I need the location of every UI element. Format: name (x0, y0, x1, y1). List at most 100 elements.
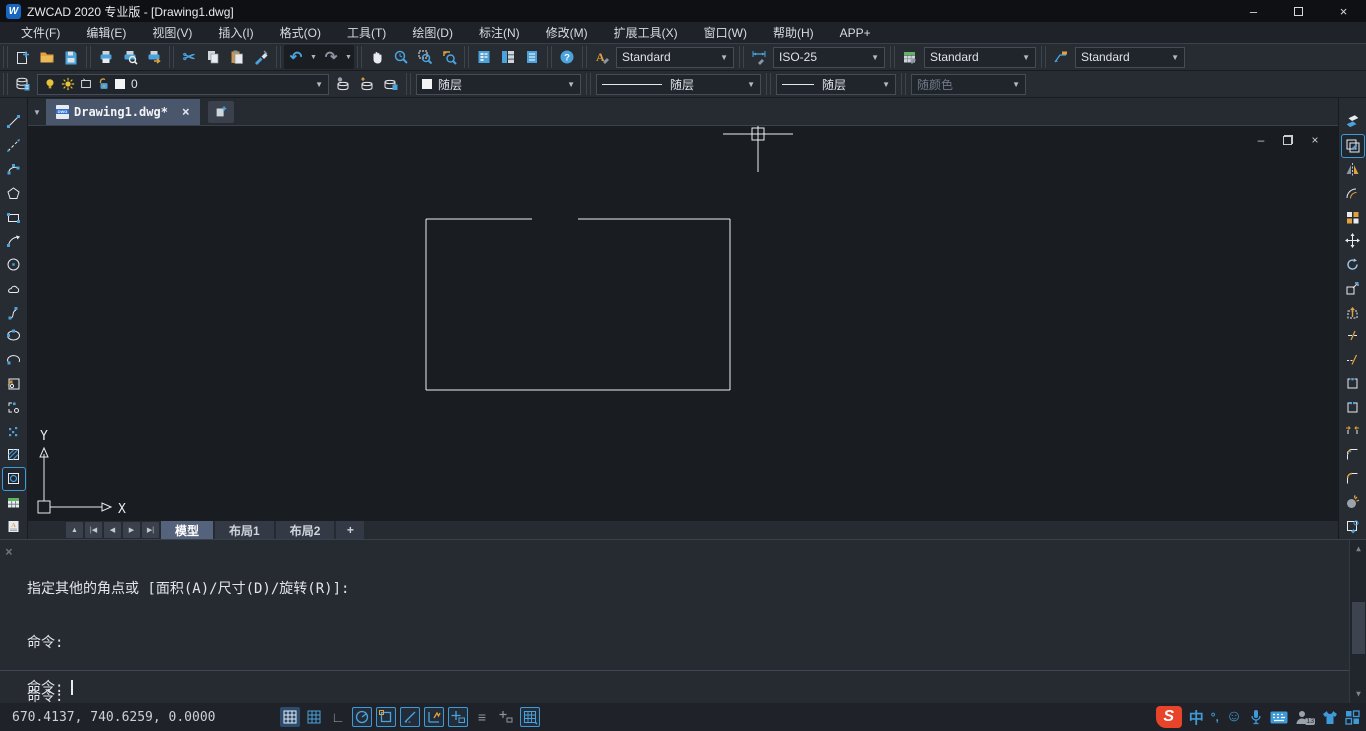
mdi-restore-button[interactable] (1279, 132, 1297, 148)
make-block-button[interactable] (3, 396, 25, 418)
properties-button[interactable] (472, 45, 496, 69)
toolbar-grip[interactable] (586, 73, 591, 95)
layer-plot-icon[interactable] (79, 77, 93, 91)
toolbar-grip[interactable] (766, 73, 771, 95)
tab-model[interactable]: 模型 (161, 521, 213, 539)
window-restore-button[interactable] (1276, 0, 1321, 22)
rotate-button[interactable] (1342, 254, 1364, 276)
fillet-button[interactable] (1342, 468, 1364, 490)
construction-line-button[interactable] (3, 135, 25, 157)
edit-block-button[interactable] (1342, 515, 1364, 537)
table-style-combobox[interactable]: Standard▼ (924, 47, 1036, 68)
mleader-style-combobox[interactable]: Standard▼ (1075, 47, 1185, 68)
undo-dropdown-icon[interactable]: ▼ (308, 45, 319, 69)
insert-block-button[interactable] (3, 373, 25, 395)
layer-unlock-icon[interactable] (97, 77, 111, 91)
trim-button[interactable] (1342, 325, 1364, 347)
layer-properties-button[interactable] (11, 72, 35, 96)
rectangle-button[interactable] (3, 206, 25, 228)
layer-combobox[interactable]: 0 ▼ (37, 74, 329, 95)
help-button[interactable]: ? (555, 45, 579, 69)
new-button[interactable] (11, 45, 35, 69)
toolbar-grip[interactable] (739, 46, 744, 68)
pan-button[interactable] (365, 45, 389, 69)
match-properties-button[interactable] (249, 45, 273, 69)
menu-dimension[interactable]: 标注(N) (466, 22, 533, 44)
spline-button[interactable] (3, 301, 25, 323)
tab-layout2[interactable]: 布局2 (276, 521, 335, 539)
menu-draw[interactable]: 绘图(D) (399, 22, 466, 44)
design-center-button[interactable] (496, 45, 520, 69)
window-minimize-button[interactable]: – (1231, 0, 1276, 22)
stretch-button[interactable] (1342, 301, 1364, 323)
zoom-window-button[interactable] (413, 45, 437, 69)
tab-prev-button[interactable]: ◀ (104, 522, 121, 538)
scrollbar-thumb[interactable] (1352, 602, 1365, 654)
undo-button[interactable]: ↶ (284, 45, 308, 69)
make-object-layer-current-button[interactable] (331, 72, 355, 96)
menu-modify[interactable]: 修改(M) (533, 22, 601, 44)
mleader-style-icon[interactable] (1049, 45, 1073, 69)
tab-next-button[interactable]: ▶ (123, 522, 140, 538)
toolbar-grip[interactable] (901, 73, 906, 95)
circle-button[interactable] (3, 254, 25, 276)
toolbar-grip[interactable] (406, 73, 411, 95)
scroll-down-icon[interactable]: ▲ (1350, 687, 1366, 703)
menu-window[interactable]: 窗口(W) (691, 22, 760, 44)
add-layout-button[interactable]: + (336, 521, 364, 539)
mirror-button[interactable] (1342, 159, 1364, 181)
menu-app-plus[interactable]: APP+ (827, 22, 884, 44)
layer-on-icon[interactable] (43, 77, 57, 91)
scroll-up-icon[interactable]: ▲ (1350, 540, 1366, 556)
scale-button[interactable] (1342, 277, 1364, 299)
toolbar-grip[interactable] (464, 46, 469, 68)
paste-button[interactable] (225, 45, 249, 69)
toolbar-grip[interactable] (547, 46, 552, 68)
tab-layout1[interactable]: 布局1 (215, 521, 274, 539)
zoom-previous-button[interactable] (437, 45, 461, 69)
break-at-point-button[interactable] (1342, 373, 1364, 395)
linetype-combobox[interactable]: 随层▼ (596, 74, 761, 95)
polygon-button[interactable] (3, 182, 25, 204)
toolbar-grip[interactable] (169, 46, 174, 68)
tab-expand-button[interactable]: ▲ (66, 522, 83, 538)
array-button[interactable] (1342, 206, 1364, 228)
toolbar-grip[interactable] (86, 46, 91, 68)
ellipse-arc-button[interactable] (3, 349, 25, 371)
mdi-minimize-button[interactable]: – (1252, 132, 1270, 148)
arc-button[interactable] (3, 230, 25, 252)
extend-button[interactable] (1342, 349, 1364, 371)
toolbar-grip[interactable] (3, 73, 8, 95)
toolbox-icon[interactable] (1345, 706, 1360, 728)
move-button[interactable] (1342, 230, 1364, 252)
text-style-combobox[interactable]: Standard▼ (616, 47, 734, 68)
revision-cloud-button[interactable] (3, 277, 25, 299)
layer-freeze-icon[interactable] (61, 77, 75, 91)
line-button[interactable] (3, 111, 25, 133)
layer-previous-button[interactable] (355, 72, 379, 96)
window-close-button[interactable]: × (1321, 0, 1366, 22)
menu-tools[interactable]: 工具(T) (334, 22, 399, 44)
polyline-button[interactable] (3, 159, 25, 181)
redo-dropdown-icon[interactable]: ▼ (343, 45, 354, 69)
drawing-canvas[interactable]: – × Y X (28, 126, 1338, 521)
dim-style-combobox[interactable]: ISO-25▼ (773, 47, 885, 68)
menu-help[interactable]: 帮助(H) (760, 22, 827, 44)
tab-first-button[interactable]: |◀ (85, 522, 102, 538)
break-button[interactable] (1342, 396, 1364, 418)
offset-button[interactable] (1342, 182, 1364, 204)
command-scrollbar[interactable]: ▲ ▲ (1349, 540, 1366, 703)
copy-object-button[interactable] (1342, 135, 1364, 157)
open-button[interactable] (35, 45, 59, 69)
color-combobox[interactable]: 随层▼ (416, 74, 581, 95)
plot-style-combobox[interactable]: 随颜色▼ (911, 74, 1026, 95)
lineweight-combobox[interactable]: 随层▼ (776, 74, 896, 95)
point-button[interactable] (3, 420, 25, 442)
mtext-button[interactable]: A (3, 515, 25, 537)
menu-edit[interactable]: 编辑(E) (73, 22, 139, 44)
cut-button[interactable]: ✂ (177, 45, 201, 69)
redo-button[interactable]: ↷ (319, 45, 343, 69)
table-button[interactable] (3, 492, 25, 514)
menu-insert[interactable]: 插入(I) (205, 22, 266, 44)
toolbar-grip[interactable] (1041, 46, 1046, 68)
